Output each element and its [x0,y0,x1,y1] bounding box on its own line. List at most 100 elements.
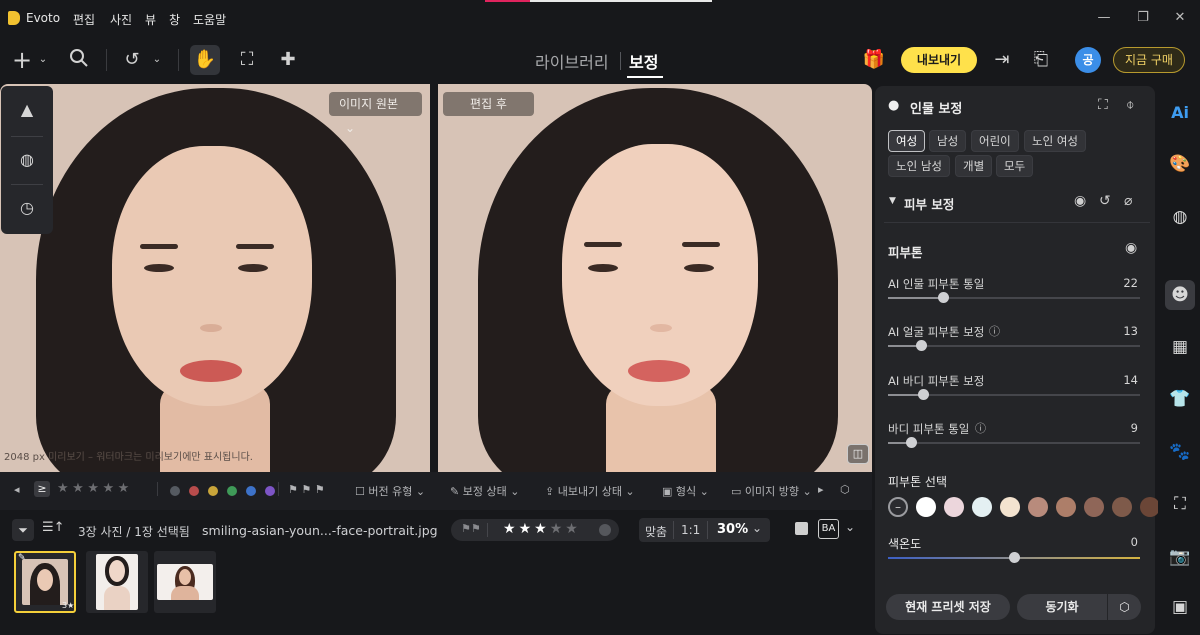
color-label-dot[interactable] [265,486,275,496]
menu-photo[interactable]: 사진 [110,11,132,28]
color-label-dot[interactable] [170,486,180,496]
color-label-dot[interactable] [189,486,199,496]
hand-icon[interactable]: ✋ [193,48,217,72]
backdrop-icon[interactable]: ▦ [1168,335,1192,359]
exit-icon[interactable]: ⇥ [990,48,1014,72]
slider-track[interactable] [888,340,1140,351]
maximize-icon[interactable]: ❐ [1135,10,1151,26]
color-temp-knob[interactable] [1009,552,1020,563]
flag-icon[interactable]: ⚑⚑ [461,522,481,535]
camera-icon[interactable]: 📷 [1168,545,1192,569]
tab-retouch[interactable]: 보정 [629,49,658,73]
chevron-down-icon[interactable]: ⌄ [752,521,762,535]
star-icon[interactable]: ★ [118,481,130,496]
menu-window[interactable]: 창 [169,11,180,28]
tab-library[interactable]: 라이브러리 [535,49,609,73]
rating-operator[interactable]: ≥ [34,481,50,497]
subsection-eye-icon[interactable]: ◉ [1125,240,1137,256]
buy-now-button[interactable]: 지금 구매 [1113,47,1185,73]
slider-track[interactable] [888,389,1140,400]
retouch-status-filter[interactable]: ✎ 보정 상태 ⌄ [450,483,519,499]
scroll-right-icon[interactable]: ▸ [818,483,824,496]
slider-knob[interactable] [905,437,917,448]
compare-view-icon[interactable]: ◫ [847,444,869,464]
add-icon[interactable]: + [10,48,34,72]
skin-tone-swatch[interactable] [1140,497,1160,517]
reset-icon[interactable]: ↺ [1099,193,1111,209]
portrait-retouch-icon[interactable]: ☻ [1165,280,1195,310]
group-tag[interactable]: 노인 여성 [1024,130,1086,152]
rating-filter-stars[interactable]: ★ ★ ★ ★ ★ [57,481,129,496]
thumbnail-3[interactable] [154,551,216,613]
star-icon[interactable]: ★ [57,481,69,496]
minimize-icon[interactable]: — [1096,10,1112,26]
batch-gift-icon[interactable]: ⎗ [1029,48,1053,72]
group-tag[interactable]: 노인 남성 [888,155,950,177]
color-label-dot[interactable] [246,486,256,496]
undo-history-chevron-icon[interactable]: ⌄ [150,48,164,72]
slider-track[interactable] [888,292,1140,303]
save-preset-button[interactable]: 현재 프리셋 저장 [886,594,1010,620]
paw-icon[interactable]: 🐾 [1168,440,1192,464]
group-tag[interactable]: 여성 [888,130,926,152]
group-tag[interactable]: 개별 [955,155,993,177]
sync-settings-icon[interactable]: ⬡ [1108,594,1141,620]
ratio-button[interactable]: 1:1 [681,523,700,537]
thumbnail-1[interactable]: ✎ 3★ [14,551,76,613]
body-detect-icon[interactable]: ⌽ [1126,97,1134,113]
single-view-icon[interactable] [795,522,808,535]
skin-tone-swatch[interactable] [944,497,964,517]
format-filter[interactable]: ▣ 형식 ⌄ [662,483,709,499]
texture-icon[interactable]: ◍ [15,148,39,172]
help-icon[interactable]: ⓘ [989,323,1000,339]
collapse-triangle-icon[interactable]: ▼ [889,196,896,206]
version-type-filter[interactable]: ☐ 버전 유형 ⌄ [355,483,425,499]
sync-button[interactable]: 동기화 [1017,594,1107,620]
star-icon[interactable]: ★ [72,481,84,496]
slider-knob[interactable] [915,340,927,351]
palette-icon[interactable]: 🎨 [1168,152,1192,176]
skin-tone-swatch[interactable] [1112,497,1132,517]
skin-tone-swatch[interactable] [1028,497,1048,517]
star-icon[interactable]: ★ [87,481,99,496]
color-label-dot[interactable] [208,486,218,496]
flag-filter-icons[interactable]: ⚑ ⚑ ⚑ [288,483,325,496]
before-version-dropdown[interactable]: 이미지 원본 ⌄ [329,92,422,135]
group-tag[interactable]: 남성 [929,130,967,152]
skin-tone-swatch[interactable] [916,497,936,517]
image-adjust-icon[interactable]: ▲ [15,98,39,122]
gift-box-icon[interactable]: 🎁 [860,48,888,72]
sort-icon[interactable]: ☰↑ [42,520,65,535]
menu-view[interactable]: 뷰 [145,11,156,28]
rating-stars[interactable]: ★ ★ ★ ★ ★ [503,521,581,537]
group-tag[interactable]: 어린이 [971,130,1019,152]
face-detect-icon[interactable]: ⛶ [1098,97,1108,113]
skin-tone-swatch[interactable] [1056,497,1076,517]
section-skin-retouch[interactable]: 피부 보정 [904,194,954,213]
search-icon[interactable] [67,48,91,72]
menu-edit[interactable]: 편집 [73,11,95,28]
menu-help[interactable]: 도움말 [193,11,226,28]
ai-icon[interactable]: Ai [1168,101,1192,125]
fit-button[interactable]: 맞춤 [645,523,667,540]
rating-star-icon[interactable]: ★ [550,521,563,537]
skin-tone-swatch[interactable] [1000,497,1020,517]
color-label-dot[interactable] [599,524,611,536]
close-icon[interactable]: ✕ [1172,10,1188,26]
export-status-filter[interactable]: ⇪ 내보내기 상태 ⌄ [545,483,635,499]
skin-tone-swatch[interactable] [1084,497,1104,517]
texture-grid-icon[interactable]: ◍ [1168,205,1192,229]
visibility-eye-icon[interactable]: ◉ [1074,193,1086,209]
color-label-dot[interactable] [227,486,237,496]
help-icon[interactable]: ⓘ [975,420,986,436]
group-tag[interactable]: 모두 [996,155,1034,177]
rating-star-icon[interactable]: ★ [565,521,578,537]
color-temp-slider[interactable] [888,552,1140,563]
history-clock-icon[interactable]: ◷ [15,196,39,220]
skin-tone-swatch[interactable] [972,497,992,517]
gallery-settings-icon[interactable]: ▣ [1168,595,1192,619]
avatar[interactable]: 공 [1075,47,1101,73]
star-icon[interactable]: ★ [102,481,114,496]
filter-settings-icon[interactable]: ⬡ [840,483,850,496]
orientation-filter[interactable]: ▭ 이미지 방향 ⌄ [731,483,812,499]
